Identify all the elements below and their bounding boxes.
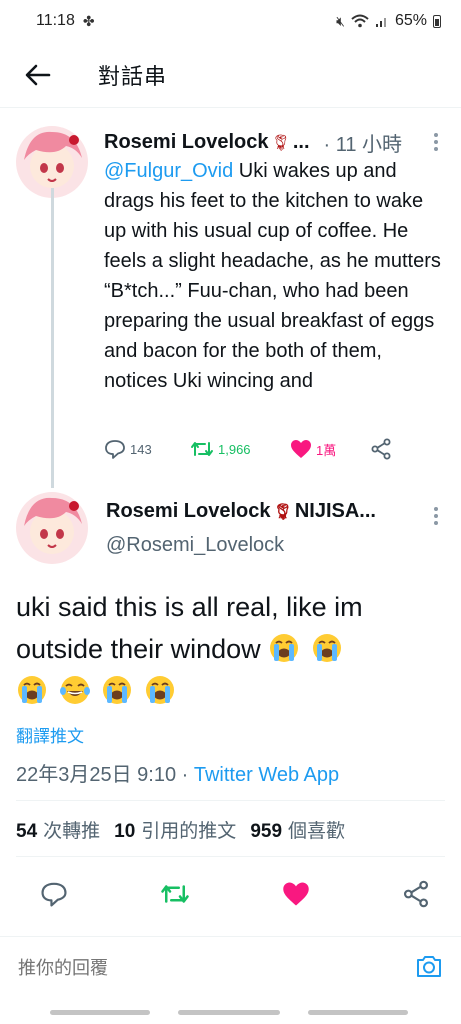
signal-icon: [375, 18, 386, 27]
reply-button[interactable]: [40, 881, 68, 912]
back-button[interactable]: [18, 55, 58, 95]
share-button[interactable]: [370, 438, 392, 460]
reply-count: 143: [130, 441, 152, 457]
tweet-datetime: 22年3月25日 9:10 ·: [16, 764, 194, 786]
likes-stat-label: 個喜歡: [288, 821, 346, 842]
speech-bubble-icon: [105, 440, 125, 459]
tweet-stats: 54 次轉推 10 引用的推文 959 個喜歡: [16, 816, 345, 843]
tweet-source-link[interactable]: Twitter Web App: [194, 764, 339, 786]
reply-composer: [0, 936, 461, 1000]
divider: [16, 800, 445, 801]
vibrate-icon: ✤: [82, 12, 95, 29]
tweet-metadata: 22年3月25日 9:10 · Twitter Web App: [16, 758, 339, 787]
quotes-stat-label: 引用的推文: [141, 821, 237, 842]
more-vertical-icon: [434, 133, 438, 151]
share-icon: [403, 880, 429, 907]
author-name[interactable]: Rosemi Lovelock: [104, 131, 269, 154]
divider: [16, 856, 445, 857]
battery-icon: [433, 14, 441, 28]
loudly-crying-face-emoji: [18, 676, 46, 704]
quotes-stat-count: 10: [114, 821, 136, 842]
loudly-crying-face-emoji: [145, 676, 174, 704]
page-title: 對話串: [98, 63, 168, 89]
tweet-text: @Fulgur_Ovid Uki wakes up and drags his …: [104, 156, 450, 396]
retweet-button[interactable]: 1,966: [190, 439, 290, 459]
author-handle[interactable]: @Rosemi_Lovelock: [106, 534, 284, 557]
share-button[interactable]: [402, 880, 430, 913]
author-name-suffix: ...: [292, 131, 310, 153]
retweets-stat-label: 次轉推: [43, 821, 101, 842]
more-vertical-icon: [434, 507, 438, 525]
retweet-icon: [191, 442, 213, 456]
home-indicator: [50, 1010, 150, 1015]
status-bar: 11:18 ✤ 🔇︎ 65%: [0, 0, 461, 42]
mute-icon: 🔇︎: [336, 12, 345, 29]
likes-stat[interactable]: 959 個喜歡: [250, 816, 345, 843]
more-options-button[interactable]: [433, 132, 439, 152]
retweet-count: 1,966: [218, 441, 251, 457]
like-count: 1萬: [316, 442, 337, 458]
loudly-crying-face-emoji: [270, 634, 299, 662]
reply-input[interactable]: [18, 958, 318, 979]
like-button[interactable]: 1萬: [290, 439, 370, 459]
likes-stat-count: 959: [250, 821, 283, 842]
retweets-stat-count: 54: [16, 821, 38, 842]
thread-parent-tweet[interactable]: Rosemi Lovelock 🌹︎ ... · 11 小時 @Fulgur_O…: [0, 110, 461, 472]
quotes-stat[interactable]: 10 引用的推文: [114, 816, 236, 843]
tweet-text: uki said this is all real, like im outsi…: [16, 586, 446, 712]
author-name-row[interactable]: Rosemi Lovelock 🌹︎ NIJISA...: [106, 500, 376, 523]
tweet-time: · 11 小時: [323, 134, 403, 156]
translate-tweet-link[interactable]: 翻譯推文: [16, 722, 84, 747]
tears-of-joy-emoji: [59, 676, 90, 704]
tweet-actions: [40, 878, 430, 914]
more-options-button[interactable]: [433, 506, 439, 526]
author-name-suffix: NIJISA...: [294, 500, 376, 522]
thread-connector-line: [51, 188, 54, 488]
share-icon: [371, 438, 391, 460]
retweet-icon: [161, 884, 189, 903]
status-time: 11:18: [36, 12, 75, 29]
tweet-actions: 143 1,966 1萬: [104, 434, 404, 464]
battery-percent: 65%: [394, 12, 427, 29]
tweet-header: Rosemi Lovelock 🌹︎ ... · 11 小時: [104, 128, 441, 157]
heart-icon: [283, 882, 309, 905]
arrow-left-icon: [25, 64, 51, 85]
loudly-crying-face-emoji: [312, 634, 341, 662]
avatar[interactable]: [16, 492, 88, 564]
retweet-button[interactable]: [160, 881, 190, 912]
heart-icon: [291, 440, 311, 458]
home-indicator: [308, 1010, 408, 1015]
header: 對話串: [0, 42, 461, 108]
loudly-crying-face-emoji: [103, 676, 132, 704]
rose-icon: 🌹︎: [272, 503, 293, 521]
mention-link[interactable]: @Fulgur_Ovid: [104, 160, 233, 182]
wifi-icon: [351, 14, 369, 28]
home-indicator: [178, 1010, 280, 1015]
retweets-stat[interactable]: 54 次轉推: [16, 816, 100, 843]
author-name: Rosemi Lovelock: [106, 500, 271, 522]
like-button[interactable]: [282, 881, 310, 912]
tweet-text-body: Uki wakes up and drags his feet to the k…: [104, 160, 441, 392]
reply-button[interactable]: 143: [104, 439, 190, 459]
rose-icon: 🌹︎: [270, 134, 291, 152]
speech-bubble-icon: [41, 882, 67, 907]
camera-icon: [417, 956, 441, 977]
camera-button[interactable]: [415, 953, 443, 984]
